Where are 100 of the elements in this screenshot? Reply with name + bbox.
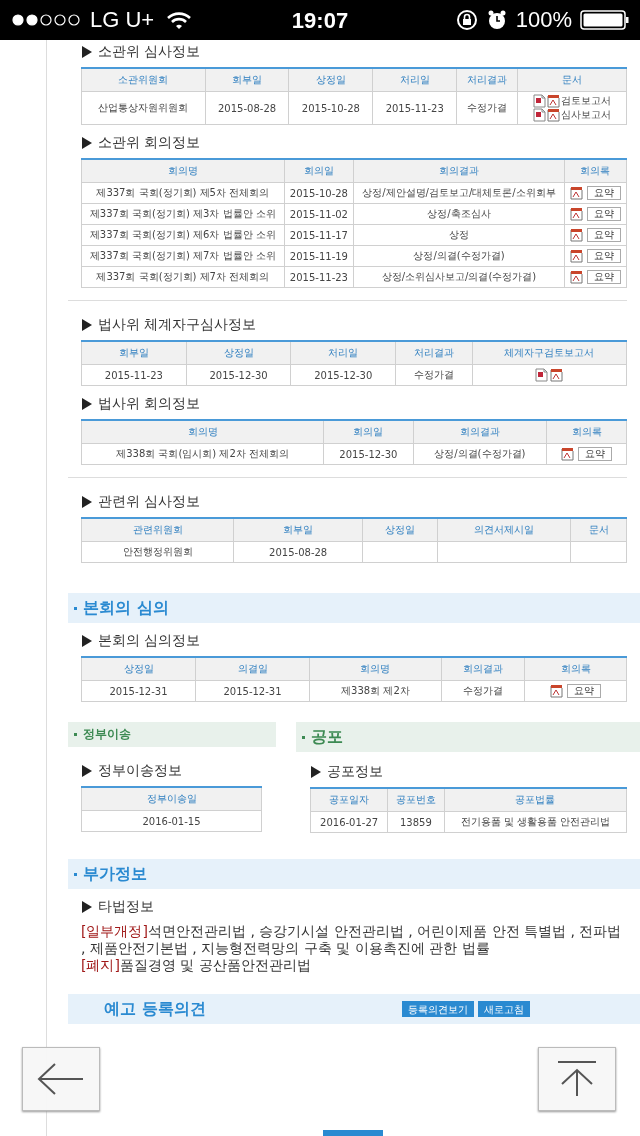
battery-icon xyxy=(580,10,630,30)
section-title: 부가정보 xyxy=(83,863,147,885)
subsection-title: 법사위 체계자구심사정보 xyxy=(98,316,257,334)
column-header: 회의명 xyxy=(309,657,442,681)
column-header: 회부일 xyxy=(205,68,289,92)
summary-button[interactable]: 요약 xyxy=(586,249,621,263)
table-cell: 제338회 국회(임시회) 제2차 전체회의 xyxy=(81,443,324,465)
pdf-file-icon xyxy=(569,270,583,284)
column-header: 처리결과 xyxy=(456,68,518,92)
law-entry: [폐지]품질경영 및 공산품안전관리법 xyxy=(81,957,312,974)
pdf-file-icon xyxy=(569,249,583,263)
table-cell: 안전행정위원회 xyxy=(81,541,234,563)
scroll-top-button[interactable] xyxy=(538,1047,616,1111)
column-header: 문서 xyxy=(570,518,627,542)
hwp-file-icon xyxy=(533,108,547,122)
column-header: 상정일 xyxy=(288,68,373,92)
table-cell: 상정/축조심사 xyxy=(353,203,565,225)
column-header: 상정일 xyxy=(81,657,196,681)
section-button[interactable]: 등록의견보기 xyxy=(402,1001,474,1017)
pdf-file-icon xyxy=(569,228,583,242)
triangle-bullet-icon xyxy=(82,635,92,647)
table-cell: 상정/의결(수정가결) xyxy=(353,245,565,267)
pdf-file-icon xyxy=(569,186,583,200)
column-header: 상정일 xyxy=(362,518,438,542)
table-cell: 제337회 국회(정기회) 제7차 법률안 소위 xyxy=(81,245,285,267)
wifi-icon xyxy=(166,10,193,30)
column-header: 회부일 xyxy=(81,341,187,365)
column-header: 회의록 xyxy=(564,159,627,183)
subsection-title: 소관위 심사정보 xyxy=(98,43,201,61)
pdf-file-icon xyxy=(561,447,574,461)
summary-button[interactable]: 요약 xyxy=(586,228,621,242)
document-link[interactable]: 검토보고서 xyxy=(561,94,612,108)
column-header: 처리일 xyxy=(372,68,457,92)
table-cell: 수정가결 xyxy=(456,91,518,125)
column-header: 회의결과 xyxy=(353,159,565,183)
column-header: 의견서제시일 xyxy=(437,518,571,542)
summary-button[interactable]: 요약 xyxy=(567,684,602,698)
subsection-title: 타법정보 xyxy=(98,898,154,916)
section-title: 본회의 심의 xyxy=(83,597,169,619)
table-cell: 2015-12-30 xyxy=(290,364,396,386)
table-cell: 제338회 제2차 xyxy=(309,680,442,702)
carrier-name: LG U+ xyxy=(90,7,155,33)
table-cell: 전기용품 및 생활용품 안전관리법 xyxy=(444,811,627,833)
subsection-title: 소관위 회의정보 xyxy=(98,134,201,152)
pdf-file-icon xyxy=(550,368,564,382)
triangle-bullet-icon xyxy=(82,496,92,508)
column-header: 상정일 xyxy=(186,341,291,365)
table-cell: 제337회 국회(정기회) 제3차 법률안 소위 xyxy=(81,203,285,225)
column-header: 문서 xyxy=(517,68,627,92)
document-link[interactable]: 심사보고서 xyxy=(561,108,612,122)
triangle-bullet-icon xyxy=(82,765,92,777)
table-cell: 2015-12-30 xyxy=(186,364,291,386)
hwp-file-icon xyxy=(533,94,547,108)
rotation-lock-icon xyxy=(455,9,478,31)
pdf-file-icon xyxy=(569,207,583,221)
triangle-bullet-icon xyxy=(82,46,92,58)
table-cell: 2015-11-23 xyxy=(372,91,457,125)
column-header: 관련위원회 xyxy=(81,518,234,542)
column-header: 공포일자 xyxy=(310,788,388,812)
law-entry: [일부개정]석면안전관리법 , 승강기시설 안전관리법 , 어린이제품 안전 특별법 , 전파법 , 제품안전기본법 , 지능형전력망의 구축 및 이용촉진에 관한 법률 xyxy=(81,923,623,957)
triangle-bullet-icon xyxy=(82,901,92,913)
pdf-file-icon xyxy=(547,108,561,122)
column-header: 정부이송일 xyxy=(81,787,262,811)
triangle-bullet-icon xyxy=(82,137,92,149)
column-header: 회의록 xyxy=(546,420,627,444)
column-header: 회의록 xyxy=(524,657,627,681)
table-cell: 상정/의결(수정가결) xyxy=(413,443,547,465)
section-title: 공포 xyxy=(311,726,343,748)
column-header: 공포번호 xyxy=(387,788,445,812)
table-cell: 2015-10-28 xyxy=(288,91,373,125)
column-header: 체계자구검토보고서 xyxy=(472,341,627,365)
section-title: 정부이송 xyxy=(83,726,131,743)
left-arrow-icon xyxy=(37,1062,85,1096)
column-header: 회부일 xyxy=(233,518,363,542)
table-cell: 산업통상자원위원회 xyxy=(81,91,206,125)
clock-time: 19:07 xyxy=(291,8,349,34)
table-cell: 2015-11-19 xyxy=(284,245,354,267)
hwp-file-icon xyxy=(535,368,549,382)
summary-button[interactable]: 요약 xyxy=(586,270,621,284)
battery-percent: 100% xyxy=(515,7,572,33)
triangle-bullet-icon xyxy=(82,398,92,410)
table-cell: 2015-11-02 xyxy=(284,203,354,225)
up-arrow-icon xyxy=(556,1060,598,1098)
subsection-title: 정부이송정보 xyxy=(98,762,182,780)
summary-button[interactable]: 요약 xyxy=(578,447,612,461)
table-cell: 제337회 국회(정기회) 제7차 전체회의 xyxy=(81,266,285,288)
column-header: 의결일 xyxy=(195,657,310,681)
summary-button[interactable]: 요약 xyxy=(586,207,621,221)
table-cell: 2015-11-23 xyxy=(81,364,187,386)
triangle-bullet-icon xyxy=(311,766,321,778)
table-cell: 2015-11-17 xyxy=(284,224,354,246)
summary-button[interactable]: 요약 xyxy=(586,186,621,200)
back-button[interactable] xyxy=(22,1047,100,1111)
column-header: 공포법률 xyxy=(444,788,627,812)
column-header: 회의일 xyxy=(284,159,354,183)
table-cell: 2015-11-23 xyxy=(284,266,354,288)
section-button[interactable]: 새로고침 xyxy=(478,1001,530,1017)
subsection-title: 본회의 심의정보 xyxy=(98,632,201,650)
table-cell: 상정 xyxy=(353,224,565,246)
column-header: 회의명 xyxy=(81,420,324,444)
